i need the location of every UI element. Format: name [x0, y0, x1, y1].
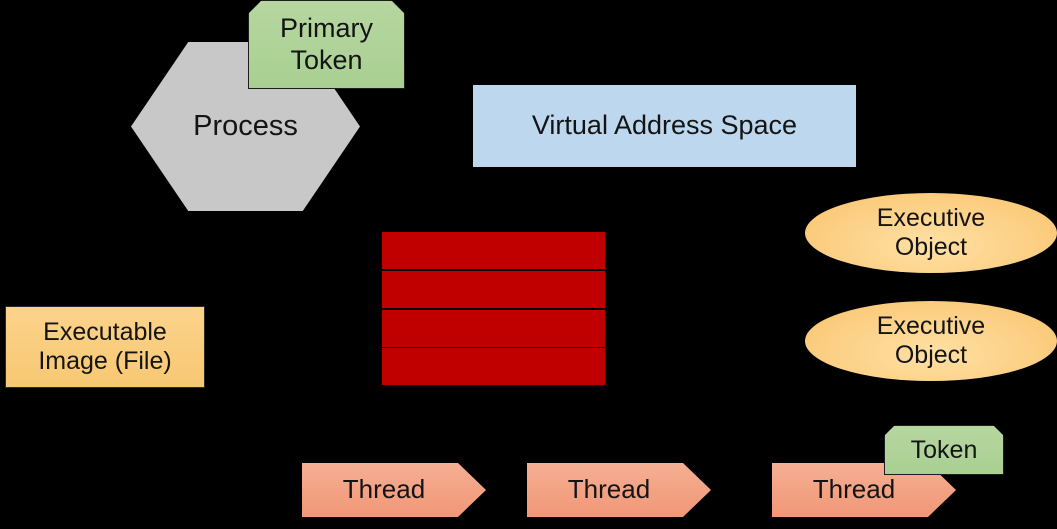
virtual-address-space-box[interactable]: Virtual Address Space [473, 85, 856, 167]
executive-object-ellipse[interactable]: Executive Object [805, 301, 1057, 381]
primary-token-shape[interactable]: Primary Token [248, 0, 405, 89]
executive-object-ellipse[interactable]: Executive Object [805, 193, 1057, 273]
thread-token-shape[interactable]: Token [884, 425, 1004, 475]
stack-bar[interactable] [382, 270, 605, 309]
thread-arrow[interactable]: Thread [302, 463, 486, 517]
executable-image-file-box[interactable]: Executable Image (File) [5, 306, 205, 388]
stack-bar[interactable] [382, 309, 605, 348]
stack-bar[interactable] [382, 347, 605, 386]
stack-group [382, 231, 605, 386]
stack-bar[interactable] [382, 231, 605, 270]
diagram-canvas: Process Primary Token Virtual Address Sp… [0, 0, 1057, 529]
thread-arrow[interactable]: Thread [527, 463, 711, 517]
